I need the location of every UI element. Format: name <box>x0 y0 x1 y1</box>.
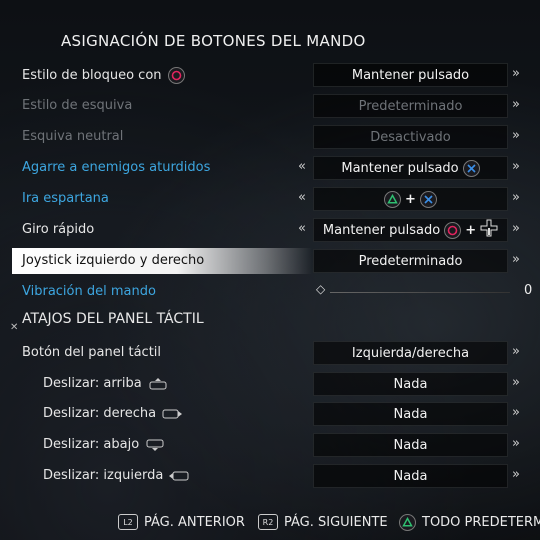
chevron-right-icon[interactable]: » <box>512 405 520 420</box>
chevron-right-icon[interactable]: » <box>512 344 520 359</box>
reset-defaults-button[interactable]: TODO PREDETERMI <box>399 514 540 531</box>
slider-knob-icon[interactable]: ◇ <box>316 282 325 296</box>
next-page-label: PÁG. SIGUIENTE <box>284 514 388 530</box>
chevron-left-icon[interactable]: « <box>298 190 306 205</box>
setting-label: Deslizar: izquierda <box>43 468 164 483</box>
setting-label: Joystick izquierdo y derecho <box>22 253 205 268</box>
setting-row-joysticks[interactable]: Joystick izquierdo y derecho Predetermin… <box>0 248 540 274</box>
setting-label: Estilo de bloqueo con <box>22 68 162 83</box>
chevron-left-icon[interactable]: « <box>298 221 306 236</box>
chevron-left-icon[interactable]: « <box>298 159 306 174</box>
setting-row-quick-turn[interactable]: Giro rápido « Mantener pulsado + » <box>0 217 540 243</box>
page-title: ASIGNACIÓN DE BOTONES DEL MANDO <box>61 32 366 50</box>
footer-bar: L2 PÁG. ANTERIOR R2 PÁG. SIGUIENTE TODO … <box>0 510 540 536</box>
setting-row-swipe-down[interactable]: Deslizar: abajo Nada » <box>0 432 540 458</box>
circle-button-icon <box>444 221 462 239</box>
l2-button-icon: L2 <box>118 514 138 530</box>
setting-value[interactable]: Predeterminado <box>313 249 508 273</box>
setting-row-swipe-right[interactable]: Deslizar: derecha Nada » <box>0 401 540 427</box>
setting-row-lock-style[interactable]: Estilo de bloqueo con Mantener pulsado » <box>0 62 540 88</box>
triangle-button-icon <box>384 190 402 208</box>
setting-label: Deslizar: arriba <box>43 376 142 391</box>
chevron-right-icon[interactable]: » <box>512 467 520 482</box>
cross-button-icon <box>419 190 437 208</box>
chevron-right-icon[interactable]: » <box>512 190 520 205</box>
setting-row-vibration[interactable]: Vibración del mando ◇ 0 <box>0 279 540 305</box>
setting-label: Giro rápido <box>22 222 95 237</box>
setting-value[interactable]: Mantener pulsado <box>313 63 508 87</box>
setting-value[interactable]: Izquierda/derecha <box>313 341 508 365</box>
setting-value: Predeterminado <box>313 94 508 118</box>
plus-separator: + <box>405 191 416 207</box>
setting-value: Desactivado <box>313 125 508 149</box>
setting-row-grab-stunned[interactable]: Agarre a enemigos aturdidos « Mantener p… <box>0 155 540 181</box>
chevron-right-icon: » <box>512 128 520 143</box>
cross-button-icon <box>462 159 480 177</box>
dpad-icon <box>480 219 498 241</box>
setting-row-dodge-style: Estilo de esquiva Predeterminado » <box>0 93 540 119</box>
setting-label: Botón del panel táctil <box>22 345 162 360</box>
chevron-right-icon[interactable]: » <box>512 375 520 390</box>
slider-value: 0 <box>524 283 533 298</box>
touchpad-swipe-right-icon <box>162 409 183 418</box>
setting-label: Esquiva neutral <box>22 129 124 144</box>
setting-label: Deslizar: abajo <box>43 437 140 452</box>
touchpad-swipe-up-icon <box>149 377 167 389</box>
section-title: ATAJOS DEL PANEL TÁCTIL <box>22 311 204 327</box>
setting-row-spartan-rage[interactable]: Ira espartana « + » <box>0 186 540 212</box>
setting-label: Ira espartana <box>22 191 109 206</box>
triangle-button-icon <box>399 514 416 531</box>
setting-value[interactable]: Mantener pulsado + <box>313 218 508 242</box>
setting-label: Agarre a enemigos aturdidos <box>22 160 211 175</box>
chevron-right-icon[interactable]: » <box>512 159 520 174</box>
plus-separator: + <box>465 222 477 238</box>
section-marker-icon: ✕ <box>10 322 19 333</box>
touchpad-swipe-left-icon <box>169 471 189 480</box>
setting-value[interactable]: Mantener pulsado <box>313 156 508 180</box>
circle-button-icon <box>167 67 185 84</box>
chevron-right-icon[interactable]: » <box>512 66 520 81</box>
r2-button-icon: R2 <box>258 514 278 530</box>
setting-label: Deslizar: derecha <box>43 406 157 421</box>
chevron-right-icon[interactable]: » <box>512 252 520 267</box>
setting-value[interactable]: Nada <box>313 402 508 426</box>
setting-label: Estilo de esquiva <box>22 98 133 113</box>
reset-defaults-label: TODO PREDETERMI <box>422 515 540 530</box>
prev-page-label: PÁG. ANTERIOR <box>144 514 245 530</box>
setting-value[interactable]: Nada <box>313 433 508 457</box>
chevron-right-icon: » <box>512 97 520 112</box>
vibration-slider[interactable] <box>330 292 510 293</box>
chevron-right-icon[interactable]: » <box>512 221 520 236</box>
setting-value[interactable]: Nada <box>313 464 508 488</box>
setting-row-touchpad-button[interactable]: Botón del panel táctil Izquierda/derecha… <box>0 340 540 366</box>
setting-row-swipe-left[interactable]: Deslizar: izquierda Nada » <box>0 463 540 489</box>
prev-page-button[interactable]: L2 PÁG. ANTERIOR <box>118 514 245 530</box>
chevron-right-icon[interactable]: » <box>512 436 520 451</box>
next-page-button[interactable]: R2 PÁG. SIGUIENTE <box>258 514 388 530</box>
setting-row-swipe-up[interactable]: Deslizar: arriba Nada » <box>0 371 540 397</box>
setting-value[interactable]: Nada <box>313 372 508 396</box>
touchpad-swipe-down-icon <box>146 439 164 451</box>
setting-label: Vibración del mando <box>22 284 156 299</box>
setting-row-neutral-dodge: Esquiva neutral Desactivado » <box>0 124 540 150</box>
setting-value[interactable]: + <box>313 187 508 211</box>
